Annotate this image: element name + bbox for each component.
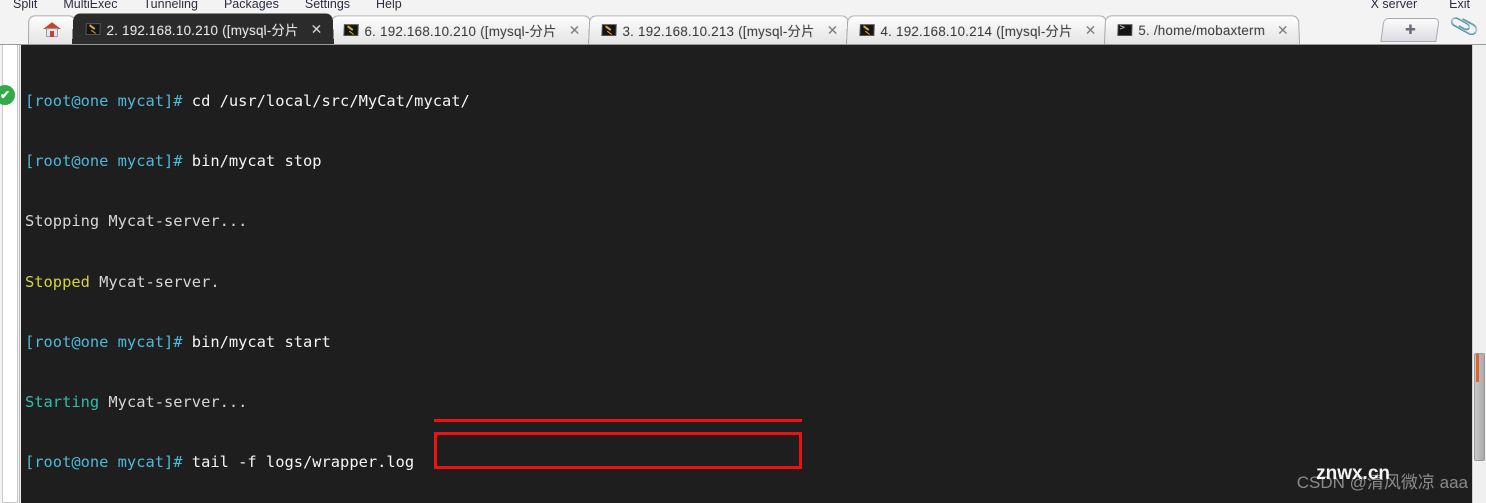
tab-label: 4. 192.168.10.214 ([mysql-分片: [880, 24, 1073, 40]
new-tab-button[interactable]: ✚: [1380, 18, 1440, 42]
plus-icon: ✚: [1404, 22, 1416, 37]
terminal-line: [root@one mycat]# tail -f logs/wrapper.l…: [25, 452, 1472, 472]
mobaxterm-window: Split MultiExec Tunneling Packages Setti…: [0, 0, 1486, 503]
terminal-text: [root@one mycat]#: [25, 452, 192, 471]
ssh-session-icon: [85, 23, 101, 36]
menu-item-help[interactable]: Help: [363, 0, 415, 11]
tab-bar: 2. 192.168.10.210 ([mysql-分片 ✕ 6. 192.16…: [0, 10, 1486, 45]
tab-list: 2. 192.168.10.210 ([mysql-分片 ✕ 6. 192.16…: [28, 12, 1300, 45]
close-icon[interactable]: ✕: [1084, 22, 1096, 38]
terminal-text: Stopped: [25, 272, 90, 291]
menu-item-tunneling[interactable]: Tunneling: [131, 0, 211, 11]
close-icon[interactable]: ✕: [310, 21, 322, 37]
annotation-strikethrough: [434, 419, 802, 422]
ssh-session-icon: [859, 24, 875, 37]
terminal-line: Starting Mycat-server...: [25, 392, 1472, 412]
sidebar-panel[interactable]: [2, 45, 18, 503]
site-watermark: znwx.cn: [1316, 463, 1390, 484]
menu-item-packages[interactable]: Packages: [211, 0, 292, 11]
terminal-line: Stopped Mycat-server.: [25, 272, 1472, 292]
close-icon[interactable]: ✕: [1277, 22, 1289, 38]
local-shell-icon: [1117, 24, 1133, 37]
terminal-line: [root@one mycat]# bin/mycat start: [25, 332, 1472, 352]
tab-label: 6. 192.168.10.210 ([mysql-分片: [364, 24, 557, 40]
terminal-output[interactable]: [root@one mycat]# cd /usr/local/src/MyCa…: [21, 45, 1472, 503]
terminal-line: Stopping Mycat-server...: [25, 211, 1472, 231]
terminal-line: [root@one mycat]# cd /usr/local/src/MyCa…: [25, 91, 1472, 111]
terminal-text: Stopping Mycat-server...: [25, 212, 248, 231]
menu-item-settings[interactable]: Settings: [292, 0, 363, 11]
terminal-text: bin/mycat start: [191, 332, 331, 351]
tab-session-3[interactable]: 3. 192.168.10.213 ([mysql-分片 ✕: [587, 15, 850, 45]
tab-home[interactable]: [28, 15, 76, 45]
terminal-text: [root@one mycat]#: [25, 152, 192, 171]
terminal-text: bin/mycat stop: [191, 152, 322, 171]
ssh-session-icon: [601, 24, 617, 37]
menu-item-exit[interactable]: Exit: [1433, 0, 1486, 11]
terminal-text: Mycat-server...: [99, 392, 248, 411]
close-icon[interactable]: ✕: [568, 22, 580, 38]
terminal-text: cd /usr/local/src/MyCat/mycat/: [191, 92, 470, 111]
tab-session-4[interactable]: 4. 192.168.10.214 ([mysql-分片 ✕: [845, 15, 1108, 45]
menu-item-split[interactable]: Split: [0, 0, 50, 11]
terminal-text: tail -f logs/wrapper.log: [191, 452, 415, 471]
terminal-line: [root@one mycat]# bin/mycat stop: [25, 151, 1472, 171]
terminal-text: [root@one mycat]#: [25, 92, 192, 111]
terminal-text: Mycat-server.: [89, 272, 220, 291]
scrollbar-thumb[interactable]: [1474, 353, 1485, 461]
tab-label: 3. 192.168.10.213 ([mysql-分片: [622, 24, 815, 40]
menu-item-xserver[interactable]: X server: [1355, 0, 1434, 11]
menu-bar-right-items: X server Exit: [1355, 0, 1486, 13]
tab-session-6[interactable]: 6. 192.168.10.210 ([mysql-分片 ✕: [329, 15, 592, 45]
close-icon[interactable]: ✕: [826, 22, 838, 38]
tab-label: 2. 192.168.10.210 ([mysql-分片: [106, 23, 299, 39]
tab-label: 5. /home/mobaxterm: [1137, 22, 1265, 38]
terminal-text: [root@one mycat]#: [25, 332, 192, 351]
tab-session-5-local-shell[interactable]: 5. /home/mobaxterm ✕: [1103, 15, 1300, 45]
menu-item-multiexec[interactable]: MultiExec: [50, 0, 130, 11]
ssh-session-icon: [343, 24, 359, 37]
sidebar-rail: ✔: [0, 45, 20, 503]
home-icon: [43, 22, 61, 38]
terminal-text: Starting: [25, 392, 100, 411]
paperclip-icon[interactable]: 📎: [1448, 10, 1481, 43]
tab-session-2[interactable]: 2. 192.168.10.210 ([mysql-分片 ✕: [72, 13, 334, 44]
terminal-scrollbar[interactable]: [1472, 45, 1486, 503]
